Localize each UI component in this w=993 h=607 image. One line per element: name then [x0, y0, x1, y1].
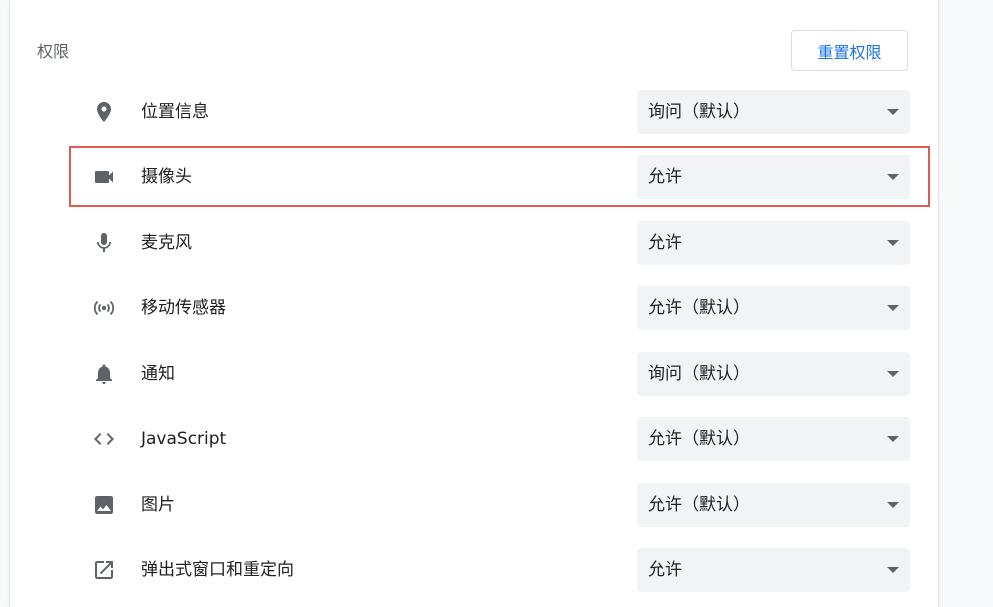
dropdown-arrow-icon — [887, 109, 899, 115]
select-value: 询问（默认） — [648, 102, 750, 122]
open-in-new-icon — [92, 558, 116, 582]
select-value: 允许 — [648, 560, 682, 580]
select-value: 允许（默认） — [648, 495, 750, 515]
permission-row-images: 图片 允许（默认） — [10, 483, 938, 527]
reset-permissions-button[interactable]: 重置权限 — [791, 30, 908, 71]
select-value: 允许 — [648, 167, 682, 187]
permission-select-notifications[interactable]: 询问（默认） — [637, 352, 910, 396]
permission-label: 图片 — [141, 495, 175, 515]
permission-label: 摄像头 — [141, 167, 192, 187]
select-value: 询问（默认） — [648, 364, 750, 384]
camera-icon — [92, 165, 116, 189]
image-icon — [92, 493, 116, 517]
bell-icon — [92, 362, 116, 386]
permission-label: 弹出式窗口和重定向 — [141, 560, 294, 580]
permission-row-camera: 摄像头 允许 — [10, 155, 938, 199]
permission-select-popups[interactable]: 允许 — [637, 548, 910, 592]
dropdown-arrow-icon — [887, 174, 899, 180]
permission-row-javascript: JavaScript 允许（默认） — [10, 417, 938, 461]
permission-row-popups: 弹出式窗口和重定向 允许 — [10, 548, 938, 592]
dropdown-arrow-icon — [887, 436, 899, 442]
permission-select-location[interactable]: 询问（默认） — [637, 90, 910, 134]
permission-select-images[interactable]: 允许（默认） — [637, 483, 910, 527]
permission-label: 移动传感器 — [141, 298, 226, 318]
permission-row-notifications: 通知 询问（默认） — [10, 352, 938, 396]
microphone-icon — [92, 231, 116, 255]
select-value: 允许（默认） — [648, 429, 750, 449]
select-value: 允许（默认） — [648, 298, 750, 318]
location-pin-icon — [92, 100, 116, 124]
dropdown-arrow-icon — [887, 502, 899, 508]
motion-sensor-icon — [92, 296, 116, 320]
permission-select-motion-sensors[interactable]: 允许（默认） — [637, 286, 910, 330]
permission-row-location: 位置信息 询问（默认） — [10, 90, 938, 134]
permission-label: 位置信息 — [141, 102, 209, 122]
permission-label: 麦克风 — [141, 233, 192, 253]
dropdown-arrow-icon — [887, 567, 899, 573]
permission-select-javascript[interactable]: 允许（默认） — [637, 417, 910, 461]
permission-row-motion-sensors: 移动传感器 允许（默认） — [10, 286, 938, 330]
dropdown-arrow-icon — [887, 371, 899, 377]
dropdown-arrow-icon — [887, 305, 899, 311]
site-settings-card: 权限 重置权限 位置信息 询问（默认） 摄像头 允许 麦克风 允许 移动传感器 … — [10, 0, 938, 607]
code-icon — [92, 427, 116, 451]
permission-label: 通知 — [141, 364, 175, 384]
permission-select-camera[interactable]: 允许 — [637, 155, 910, 199]
select-value: 允许 — [648, 233, 682, 253]
permission-select-microphone[interactable]: 允许 — [637, 221, 910, 265]
permission-label: JavaScript — [141, 429, 227, 449]
dropdown-arrow-icon — [887, 240, 899, 246]
section-title: 权限 — [37, 42, 70, 61]
permission-row-microphone: 麦克风 允许 — [10, 221, 938, 265]
